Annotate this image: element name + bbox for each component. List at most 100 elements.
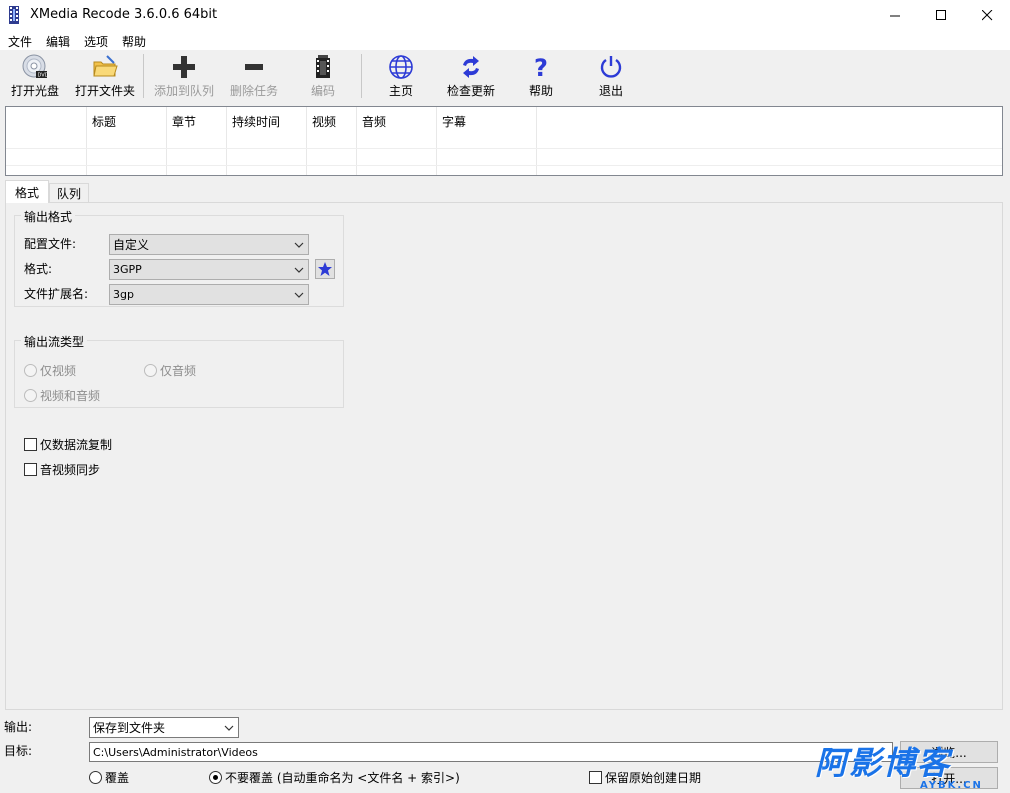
minimize-button[interactable] <box>872 0 918 31</box>
exit-button[interactable]: 退出 <box>596 52 626 100</box>
tab-queue[interactable]: 队列 <box>49 183 89 202</box>
overwrite-radio[interactable]: 覆盖 <box>89 769 129 786</box>
profile-select[interactable]: 自定义 <box>109 234 309 255</box>
title-bar: XMedia Recode 3.6.0.6 64bit <box>0 0 1010 31</box>
menu-file[interactable]: 文件 <box>8 33 32 50</box>
home-button[interactable]: 主页 <box>386 52 416 100</box>
column-header-chapter[interactable]: 章节 <box>172 113 196 130</box>
star-icon <box>318 262 332 276</box>
profile-value: 自定义 <box>113 238 150 252</box>
home-label: 主页 <box>388 84 413 98</box>
av-sync-label: 音视频同步 <box>40 463 101 477</box>
remove-job-label: 删除任务 <box>229 84 278 98</box>
keep-date-checkbox[interactable]: 保留原始创建日期 <box>589 769 701 786</box>
file-list-table[interactable]: 标题 章节 持续时间 视频 音频 字幕 <box>5 106 1003 176</box>
format-tab-panel: 输出格式 配置文件: 自定义 格式: 3GPP 文件扩展名: 3gp 输出流类型… <box>5 202 1003 710</box>
format-value: 3GPP <box>113 263 142 276</box>
watermark-text: 阿影博客 <box>815 744 952 782</box>
question-icon: ? <box>528 54 554 80</box>
toolbar-separator <box>361 54 362 98</box>
menu-help[interactable]: 帮助 <box>122 33 146 50</box>
video-only-radio[interactable]: 仅视频 <box>24 362 76 379</box>
radio-circle <box>24 364 37 377</box>
stream-copy-checkbox[interactable]: 仅数据流复制 <box>24 436 112 453</box>
encode-label: 编码 <box>310 84 335 98</box>
extension-select[interactable]: 3gp <box>109 284 309 305</box>
plus-icon <box>171 54 197 80</box>
row-divider <box>6 165 1002 166</box>
close-icon <box>981 10 992 21</box>
no-overwrite-radio[interactable]: 不要覆盖 (自动重命名为 <文件名 + 索引>) <box>209 769 460 786</box>
radio-circle <box>89 771 102 784</box>
format-label: 格式: <box>24 262 53 276</box>
target-path-input[interactable]: C:\Users\Administrator\Videos <box>89 742 893 762</box>
favorite-format-button[interactable] <box>315 259 335 279</box>
keep-date-label: 保留原始创建日期 <box>605 771 702 785</box>
checkbox-box <box>589 771 602 784</box>
check-update-button[interactable]: 检查更新 <box>446 52 496 100</box>
column-header-video[interactable]: 视频 <box>312 113 336 130</box>
output-select[interactable]: 保存到文件夹 <box>89 717 239 738</box>
format-select[interactable]: 3GPP <box>109 259 309 280</box>
menu-edit[interactable]: 编辑 <box>46 33 70 50</box>
film-encode-icon <box>310 54 336 80</box>
row-divider <box>6 148 1002 149</box>
svg-text:?: ? <box>534 54 548 80</box>
column-header-duration[interactable]: 持续时间 <box>232 113 280 130</box>
watermark-subtext: AYBK.CN <box>920 780 983 791</box>
refresh-icon <box>458 54 484 80</box>
radio-circle <box>144 364 157 377</box>
svg-text:DVD: DVD <box>38 73 49 79</box>
checkbox-box <box>24 438 37 451</box>
column-header-audio[interactable]: 音频 <box>362 113 386 130</box>
chevron-down-icon <box>294 292 304 298</box>
disc-icon: DVD <box>22 54 48 80</box>
maximize-button[interactable] <box>918 0 964 31</box>
radio-circle <box>24 389 37 402</box>
check-update-label: 检查更新 <box>446 84 495 98</box>
chevron-down-icon <box>224 725 234 731</box>
close-button[interactable] <box>964 0 1010 31</box>
profile-label: 配置文件: <box>24 237 77 251</box>
overwrite-label: 覆盖 <box>105 771 130 785</box>
av-sync-checkbox[interactable]: 音视频同步 <box>24 461 100 478</box>
chevron-down-icon <box>294 242 304 248</box>
maximize-icon <box>935 10 946 20</box>
app-film-icon <box>9 6 19 24</box>
folder-icon <box>92 54 118 80</box>
chevron-down-icon <box>294 267 304 273</box>
remove-job-button[interactable]: 删除任务 <box>228 52 280 100</box>
encode-button[interactable]: 编码 <box>308 52 338 100</box>
stream-type-group: 输出流类型 仅视频 仅音频 视频和音频 <box>14 333 344 408</box>
radio-circle-selected <box>209 771 222 784</box>
help-label: 帮助 <box>528 84 553 98</box>
tab-format[interactable]: 格式 <box>5 180 49 203</box>
minimize-icon <box>889 15 900 17</box>
checkbox-box <box>24 463 37 476</box>
open-folder-button[interactable]: 打开文件夹 <box>74 52 136 100</box>
window-title: XMedia Recode 3.6.0.6 64bit <box>30 7 218 22</box>
open-disc-button[interactable]: DVD 打开光盘 <box>9 52 61 100</box>
video-only-label: 仅视频 <box>40 364 77 378</box>
stream-copy-label: 仅数据流复制 <box>40 438 113 452</box>
exit-label: 退出 <box>598 84 623 98</box>
video-and-audio-label: 视频和音频 <box>40 389 101 403</box>
column-header-title[interactable]: 标题 <box>92 113 116 130</box>
help-button[interactable]: ? 帮助 <box>526 52 556 100</box>
audio-only-radio[interactable]: 仅音频 <box>144 362 196 379</box>
output-format-title: 输出格式 <box>21 208 76 225</box>
output-format-group: 输出格式 配置文件: 自定义 格式: 3GPP 文件扩展名: 3gp <box>14 208 344 307</box>
column-header-subtitle[interactable]: 字幕 <box>442 113 466 130</box>
extension-label: 文件扩展名: <box>24 287 89 301</box>
audio-only-label: 仅音频 <box>160 364 197 378</box>
video-and-audio-radio[interactable]: 视频和音频 <box>24 387 100 404</box>
menu-options[interactable]: 选项 <box>84 33 108 50</box>
site-watermark: 阿影博客 AYBK.CN <box>815 745 1010 793</box>
open-folder-label: 打开文件夹 <box>74 84 135 98</box>
minus-icon <box>241 54 267 80</box>
menu-bar: 文件 编辑 选项 帮助 <box>0 31 1010 50</box>
add-to-queue-label: 添加到队列 <box>153 84 214 98</box>
stream-type-title: 输出流类型 <box>21 333 88 350</box>
add-to-queue-button[interactable]: 添加到队列 <box>152 52 216 100</box>
extension-value: 3gp <box>113 288 134 301</box>
